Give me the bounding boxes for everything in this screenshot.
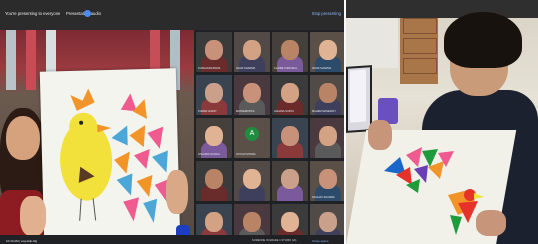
laptop	[346, 65, 372, 133]
participant-name: RAGHAV SHARMA	[312, 196, 335, 199]
participant-face	[205, 83, 223, 103]
participant-name: KUMAR ANANT	[198, 110, 217, 113]
participant-face	[205, 126, 223, 146]
participant-tile[interactable]: CLAIRE THIRUMAL	[272, 32, 308, 72]
participant-tile[interactable]: ATHARVA SANGH	[196, 118, 232, 158]
dark-top-edge	[346, 0, 538, 18]
participant-tile[interactable]: AVANI SHARMA	[310, 32, 346, 72]
participant-name: MAHEM MASERATI	[312, 110, 336, 113]
drawing-paper	[39, 68, 181, 244]
cabinet-drawer	[403, 18, 437, 34]
participant-name: AAHANA SURYA	[274, 110, 294, 113]
audio-toggle-icon[interactable]	[84, 10, 91, 17]
participant-face	[281, 126, 299, 146]
participant-face	[243, 40, 261, 60]
participant-tile[interactable]: RAGHAV SHARMA	[310, 161, 346, 201]
participant-tile[interactable]: KUSHAGRA BANS	[196, 32, 232, 72]
participant-tile[interactable]: MATHEMATICS	[234, 75, 270, 115]
presenting-bar: You're presenting to everyone Presentati…	[0, 0, 346, 30]
participant-tile[interactable]: MAHEM MASERATI	[310, 75, 346, 115]
student-hand	[166, 170, 188, 214]
boy-hand	[368, 120, 392, 150]
participant-face	[205, 40, 223, 60]
participant-tile[interactable]	[196, 161, 232, 201]
participant-tile[interactable]	[272, 161, 308, 201]
participant-face	[205, 169, 223, 189]
curtain-stripe	[26, 30, 36, 90]
window	[346, 14, 398, 68]
student-drawing-photo	[346, 0, 538, 244]
video-call-screenshot: You're presenting to everyone Presentati…	[0, 0, 346, 244]
participant-tile[interactable]: A AYUSHI SITANG	[234, 118, 270, 158]
participant-face	[319, 83, 337, 103]
participant-face	[319, 212, 337, 232]
participant-tile[interactable]: KUMAR ANANT	[196, 75, 232, 115]
meeting-info: 10:43 AM | ewj-dvjk-bfg	[6, 239, 38, 243]
participant-avatar: A	[245, 127, 259, 141]
curtain-stripe	[6, 30, 16, 90]
participant-face	[281, 169, 299, 189]
boy-hair	[444, 12, 522, 68]
stop-presenting-button[interactable]: Stop presenting	[312, 11, 341, 16]
cabinet-drawer	[403, 58, 437, 74]
participant-name: AYUSHI SITANG	[236, 153, 256, 156]
cabinet-drawer	[403, 38, 437, 54]
participant-face	[205, 212, 223, 232]
bird-drawing	[60, 88, 171, 223]
participant-tile[interactable]: AAHANA SURYA	[272, 75, 308, 115]
participant-name: AVANI SHARMA	[236, 67, 256, 70]
participant-name: KUSHAGRA BANS	[198, 67, 221, 70]
participant-tile[interactable]	[310, 118, 346, 158]
wooden-cabinet	[400, 14, 438, 84]
participant-face	[281, 83, 299, 103]
meeting-bottom-bar: 10:43 AM | ewj-dvjk-bfg SOMEONE IN GRADE…	[0, 235, 346, 244]
presenter-video	[0, 30, 194, 244]
student-face	[6, 116, 40, 160]
participant-name: ATHARVA SANGH	[198, 153, 220, 156]
participant-tile[interactable]	[272, 118, 308, 158]
participant-face	[243, 212, 261, 232]
participant-face	[243, 169, 261, 189]
participant-tile[interactable]: AVANI SHARMA	[234, 32, 270, 72]
student-hand	[20, 196, 46, 236]
presenting-label: You're presenting to everyone	[5, 11, 61, 16]
close-button[interactable]: Close space	[312, 239, 329, 243]
participant-tile[interactable]	[234, 161, 270, 201]
participant-face	[319, 126, 337, 146]
participant-name: AVANI SHARMA	[312, 67, 332, 70]
presenter-caption: SOMEONE IN GRADE 1 STUDIO (sb)	[252, 239, 297, 242]
participant-face	[319, 169, 337, 189]
participant-face	[243, 83, 261, 103]
participant-face	[319, 40, 337, 60]
laptop-screen	[350, 69, 366, 123]
participant-name: MATHEMATICS	[236, 110, 255, 113]
participant-face	[281, 212, 299, 232]
boy-hand	[476, 210, 506, 236]
participant-grid: KUSHAGRA BANS AVANI SHARMA CLAIRE THIRUMAL…	[196, 30, 346, 244]
participant-face	[281, 40, 299, 60]
participant-name: CLAIRE THIRUMAL	[274, 67, 298, 70]
